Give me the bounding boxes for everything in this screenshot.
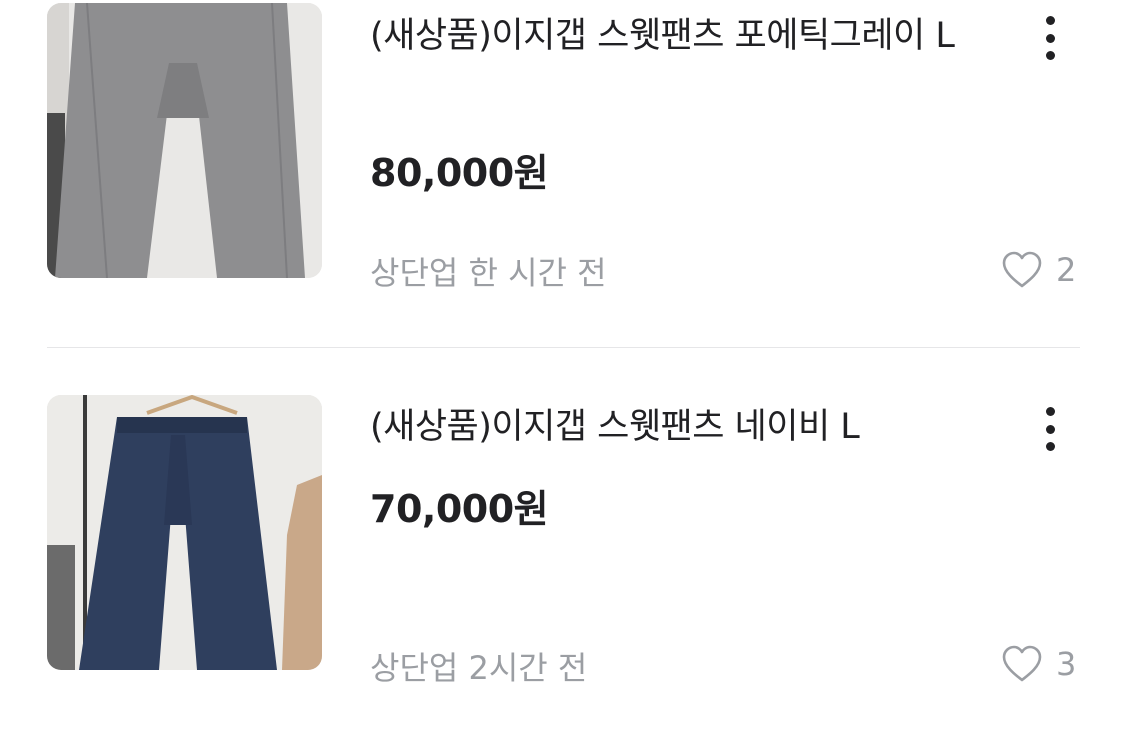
listing-title[interactable]: (새상품)이지갭 스웻팬츠 네이비 L <box>370 396 990 458</box>
more-dot <box>1045 407 1055 416</box>
heart-outline-icon <box>1002 645 1042 682</box>
likes-count: 2 <box>1056 251 1077 289</box>
product-thumbnail[interactable] <box>47 3 322 278</box>
listing-title[interactable]: (새상품)이지갭 스웻팬츠 포에틱그레이 L <box>370 5 990 67</box>
navy-sweatpants-image <box>47 395 322 670</box>
listing-item[interactable]: (새상품)이지갭 스웻팬츠 네이비 L 70,000원 상단업 2시간 전 3 <box>0 348 1125 736</box>
listing-time: 상단업 2시간 전 <box>370 649 588 687</box>
likes-counter: 3 <box>1000 642 1076 686</box>
more-dot <box>1045 33 1055 43</box>
listing-price: 70,000원 <box>370 487 549 531</box>
likes-counter: 2 <box>1000 248 1076 292</box>
more-dot <box>1045 442 1055 451</box>
heart-outline-icon <box>1002 251 1042 288</box>
listing-time: 상단업 한 시간 전 <box>370 254 607 292</box>
listing-item[interactable]: (새상품)이지갭 스웻팬츠 포에틱그레이 L 80,000원 상단업 한 시간 … <box>0 0 1125 348</box>
more-dot <box>1045 51 1055 60</box>
more-dot <box>1045 16 1055 25</box>
listing-price: 80,000원 <box>370 151 549 195</box>
likes-count: 3 <box>1056 645 1077 683</box>
gray-sweatpants-image <box>47 3 322 278</box>
more-vertical-icon[interactable] <box>1030 401 1070 457</box>
product-thumbnail[interactable] <box>47 395 322 670</box>
more-dot <box>1045 424 1055 434</box>
more-vertical-icon[interactable] <box>1030 10 1070 66</box>
